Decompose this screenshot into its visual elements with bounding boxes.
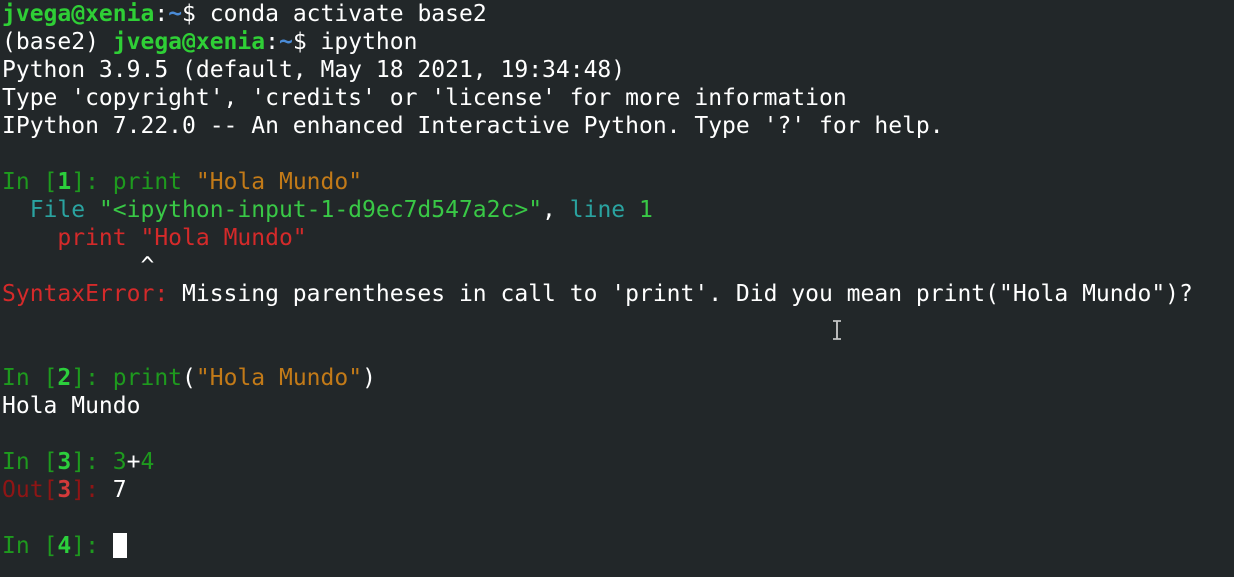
input-cell-1: In [1]: print "Hola Mundo" [0, 168, 1234, 196]
shell-separator: : [265, 29, 279, 55]
code-paren-close: ) [362, 365, 376, 391]
in-prompt-close: ]: [71, 169, 113, 195]
error-type: SyntaxError: [2, 281, 169, 307]
shell-user-host: jvega@xenia [2, 1, 155, 27]
shell-user-host: jvega@xenia [112, 29, 266, 55]
out-prompt-close: ]: [71, 477, 113, 503]
in-prompt-close: ]: [71, 449, 113, 475]
banner-line: IPython 7.22.0 -- An enhanced Interactiv… [2, 113, 944, 139]
out-prompt-number: 3 [57, 477, 72, 503]
traceback-file-label: File [2, 197, 99, 223]
in-prompt-number: 3 [57, 449, 72, 475]
in-prompt: In [ [2, 449, 58, 475]
in-prompt-number: 1 [57, 169, 72, 195]
shell-env: (base2) [2, 29, 113, 55]
in-prompt-number: 2 [57, 365, 72, 391]
banner-line: Python 3.9.5 (default, May 18 2021, 19:3… [2, 57, 626, 83]
out-prompt: Out[ [2, 477, 58, 503]
traceback-line-label: line [569, 197, 639, 223]
traceback-caret: ^ [2, 253, 155, 279]
in-prompt-number: 4 [57, 533, 72, 559]
traceback-code-line: print "Hola Mundo" [0, 224, 1234, 252]
traceback-file-line: File "<ipython-input-1-d9ec7d547a2c>", l… [0, 196, 1234, 224]
error-message: Missing parentheses in call to 'print'. … [168, 281, 1193, 307]
code-keyword: print [112, 365, 183, 391]
traceback-code-keyword: print [57, 225, 127, 251]
shell-dollar: $ [292, 29, 321, 55]
code-keyword: print [112, 169, 183, 195]
output-text: Hola Mundo [2, 393, 141, 419]
text-cursor [112, 533, 127, 558]
shell-separator: : [154, 1, 169, 27]
output-cell-3: Out[3]: 7 [0, 476, 1234, 504]
traceback-comma: , [542, 197, 570, 223]
shell-path: ~ [278, 29, 293, 55]
syntax-error-line: SyntaxError: Missing parentheses in call… [0, 280, 1234, 308]
shell-line-1: jvega@xenia:~$ conda activate base2 [0, 0, 1234, 28]
code-number: 3 [112, 449, 127, 475]
in-prompt-close: ]: [71, 365, 113, 391]
traceback-file-name: "<ipython-input-1-d9ec7d547a2c>" [98, 197, 543, 223]
in-prompt-close: ]: [71, 533, 113, 559]
code-string: "Hola Mundo" [195, 365, 363, 391]
shell-dollar: $ [182, 1, 210, 27]
shell-path: ~ [168, 1, 183, 27]
input-cell-4[interactable]: In [4]: [0, 532, 1234, 560]
output-value: 7 [112, 477, 127, 503]
in-prompt: In [ [2, 365, 58, 391]
code-string: "Hola Mundo" [195, 169, 363, 195]
shell-command: ipython [320, 29, 418, 55]
in-prompt: In [ [2, 169, 58, 195]
banner-line: Type 'copyright', 'credits' or 'license'… [2, 85, 847, 111]
terminal-window[interactable]: jvega@xenia:~$ conda activate base2 (bas… [0, 0, 1234, 577]
code-number: 4 [140, 449, 155, 475]
shell-line-2: (base2) jvega@xenia:~$ ipython [0, 28, 1234, 56]
ibeam-cursor-icon [832, 320, 842, 340]
in-prompt: In [ [2, 533, 58, 559]
input-cell-3: In [3]: 3+4 [0, 448, 1234, 476]
input-cell-2: In [2]: print("Hola Mundo") [0, 364, 1234, 392]
traceback-indent [2, 225, 57, 251]
code-operator: + [126, 449, 141, 475]
shell-command: conda activate base2 [209, 1, 487, 27]
code-paren-open: ( [182, 365, 196, 391]
traceback-code-rest: "Hola Mundo" [126, 225, 307, 251]
traceback-line-number: 1 [639, 197, 653, 223]
